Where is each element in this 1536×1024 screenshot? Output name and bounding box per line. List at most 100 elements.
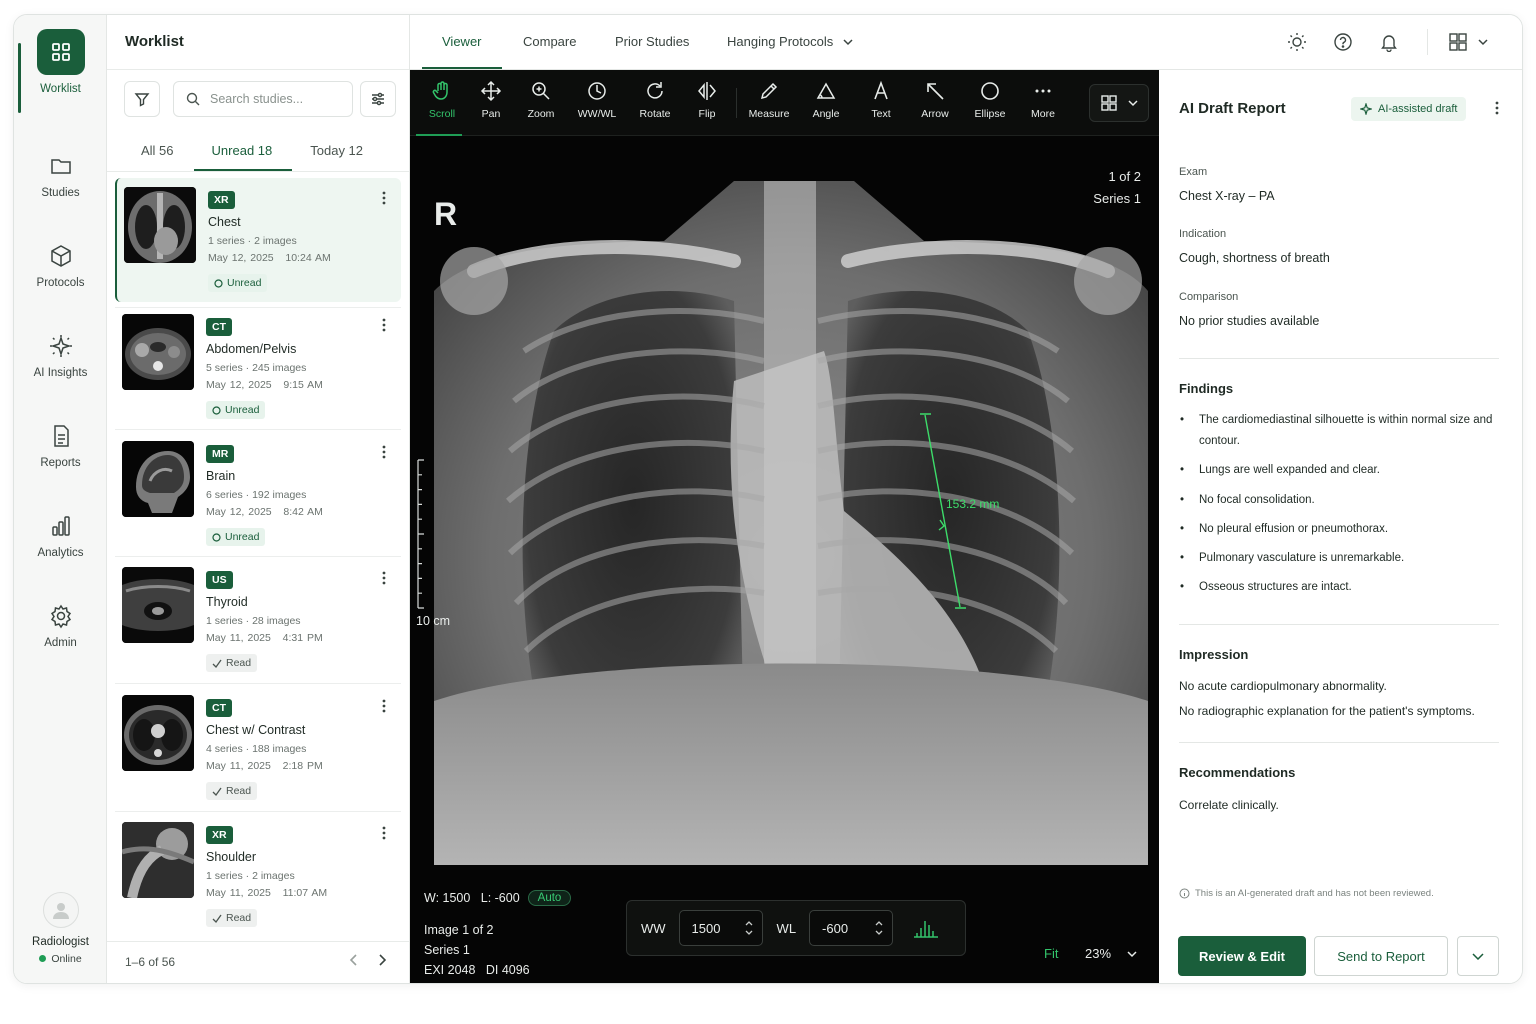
more-vertical-icon[interactable]: [377, 570, 391, 586]
search-input[interactable]: [210, 92, 340, 106]
tool-pan[interactable]: Pan: [466, 80, 516, 120]
wl-stepper[interactable]: -600: [809, 910, 894, 946]
tool-zoom[interactable]: Zoom: [516, 80, 566, 120]
tool-rotate[interactable]: Rotate: [630, 80, 680, 120]
send-to-report-button[interactable]: Send to Report: [1314, 936, 1448, 976]
divider: [107, 171, 409, 172]
stepper-arrows-icon[interactable]: [874, 917, 884, 939]
divider: [115, 683, 401, 684]
rail-item-reports[interactable]: Reports: [14, 423, 107, 507]
rail-item-ai-insights[interactable]: AI Insights: [14, 333, 107, 417]
study-card[interactable]: US Thyroid 1 series · 28 images May 11, …: [115, 558, 401, 682]
zoom-select[interactable]: 23%: [1085, 946, 1137, 961]
user-profile[interactable]: Radiologist Online: [14, 892, 107, 965]
hand-icon: [432, 81, 448, 100]
divider: [1427, 29, 1428, 55]
study-name: Brain: [206, 469, 236, 483]
more-vertical-icon[interactable]: [377, 825, 391, 841]
review-edit-button[interactable]: Review & Edit: [1178, 936, 1306, 976]
tool-more[interactable]: More: [1018, 80, 1068, 120]
circle-icon: [214, 278, 223, 288]
comparison-value: No prior studies available: [1179, 314, 1320, 328]
more-vertical-icon[interactable]: [377, 698, 391, 714]
tab-all[interactable]: All 56: [123, 139, 194, 171]
filter-button[interactable]: [124, 81, 160, 117]
impression-line: No acute cardiopulmonary abnormality.: [1179, 679, 1387, 693]
pencil-icon: [760, 82, 778, 100]
histogram-icon[interactable]: [913, 918, 939, 938]
more-actions-dropdown[interactable]: [1457, 936, 1499, 976]
chevron-right-icon[interactable]: [377, 953, 387, 967]
divider: [107, 69, 409, 70]
tab-viewer[interactable]: Viewer: [422, 15, 502, 69]
tab-label: Hanging Protocols: [727, 34, 834, 49]
study-card[interactable]: MR Brain 6 series · 192 images May 12, 2…: [115, 432, 401, 556]
bell-icon[interactable]: [1379, 32, 1399, 52]
ww-value: 1500: [691, 920, 721, 936]
tool-text[interactable]: Text: [856, 80, 906, 120]
ww-stepper[interactable]: 1500: [678, 910, 763, 946]
fit-button[interactable]: Fit: [1044, 946, 1058, 961]
tool-scroll[interactable]: Scroll: [416, 80, 467, 136]
more-vertical-icon[interactable]: [377, 190, 391, 206]
measurement-line[interactable]: [910, 400, 1040, 630]
chevron-left-icon[interactable]: [349, 953, 359, 967]
series-number: Series 1: [424, 943, 470, 957]
tool-flip[interactable]: Flip: [682, 80, 732, 120]
tab-prior-studies[interactable]: Prior Studies: [615, 15, 689, 69]
search-box[interactable]: [173, 81, 353, 117]
rail-item-studies[interactable]: Studies: [14, 153, 107, 237]
help-icon[interactable]: [1333, 32, 1353, 52]
window-level-readout: W: 1500 L: -600 Auto: [424, 890, 572, 906]
study-meta: 1 series · 2 images: [208, 235, 297, 247]
viewport-layout-button[interactable]: [1089, 84, 1149, 122]
rail-item-admin[interactable]: Admin: [14, 603, 107, 687]
zoom-icon: [532, 82, 550, 100]
window-values: W: 1500 L: -600: [424, 891, 520, 905]
study-card[interactable]: CT Chest w/ Contrast 4 series · 188 imag…: [115, 686, 401, 810]
chevron-down-icon[interactable]: [1478, 38, 1488, 46]
stepper-arrows-icon[interactable]: [744, 917, 754, 939]
avatar[interactable]: [42, 892, 79, 928]
layout-grid-icon[interactable]: [1448, 32, 1468, 52]
tool-ellipse[interactable]: Ellipse: [965, 80, 1015, 120]
online-status: Online: [14, 953, 107, 965]
auto-badge[interactable]: Auto: [527, 890, 572, 906]
sun-icon[interactable]: [1287, 32, 1307, 52]
more-vertical-icon[interactable]: [1494, 100, 1500, 116]
tool-wwwl[interactable]: WW/WL: [572, 80, 622, 120]
window-level-controls: WW 1500 WL -600: [626, 900, 966, 956]
wl-value: -600: [822, 920, 849, 936]
more-vertical-icon[interactable]: [377, 444, 391, 460]
divider: [115, 556, 401, 557]
study-card[interactable]: XR Shoulder 1 series · 2 images May 11, …: [115, 813, 401, 937]
rail-label: Studies: [41, 187, 80, 199]
divider: [1179, 358, 1499, 359]
rail-label: Protocols: [36, 277, 85, 289]
tool-angle[interactable]: Angle: [801, 80, 851, 120]
tab-today[interactable]: Today 12: [292, 139, 383, 171]
study-card[interactable]: XR Chest 1 series · 2 images May 12, 202…: [115, 178, 401, 302]
modality-badge: XR: [206, 826, 233, 844]
sort-settings-button[interactable]: [360, 81, 396, 117]
tab-unread[interactable]: Unread 18: [193, 139, 293, 171]
study-meta: 5 series · 245 images: [206, 362, 307, 374]
circle-icon: [212, 532, 221, 542]
app-window: Worklist Studies Protocols AI Insights R…: [13, 14, 1523, 984]
contrast-icon: [588, 82, 606, 100]
tool-measure[interactable]: Measure: [744, 80, 794, 120]
rail-item-analytics[interactable]: Analytics: [14, 513, 107, 597]
tool-label: More: [1031, 108, 1055, 120]
rail-item-protocols[interactable]: Protocols: [14, 243, 107, 327]
more-vertical-icon[interactable]: [377, 317, 391, 333]
study-card[interactable]: CT Abdomen/Pelvis 5 series · 245 images …: [115, 305, 401, 429]
tab-compare[interactable]: Compare: [523, 15, 576, 69]
study-name: Chest: [208, 215, 241, 229]
tab-hanging-protocols[interactable]: Hanging Protocols: [727, 15, 853, 69]
xray-image[interactable]: [434, 181, 1148, 865]
tool-arrow[interactable]: Arrow: [910, 80, 960, 120]
tool-label: Angle: [812, 108, 840, 120]
bar-chart-icon: [51, 516, 70, 536]
study-meta: 1 series · 28 images: [206, 615, 301, 627]
rail-item-worklist[interactable]: Worklist: [14, 29, 107, 113]
